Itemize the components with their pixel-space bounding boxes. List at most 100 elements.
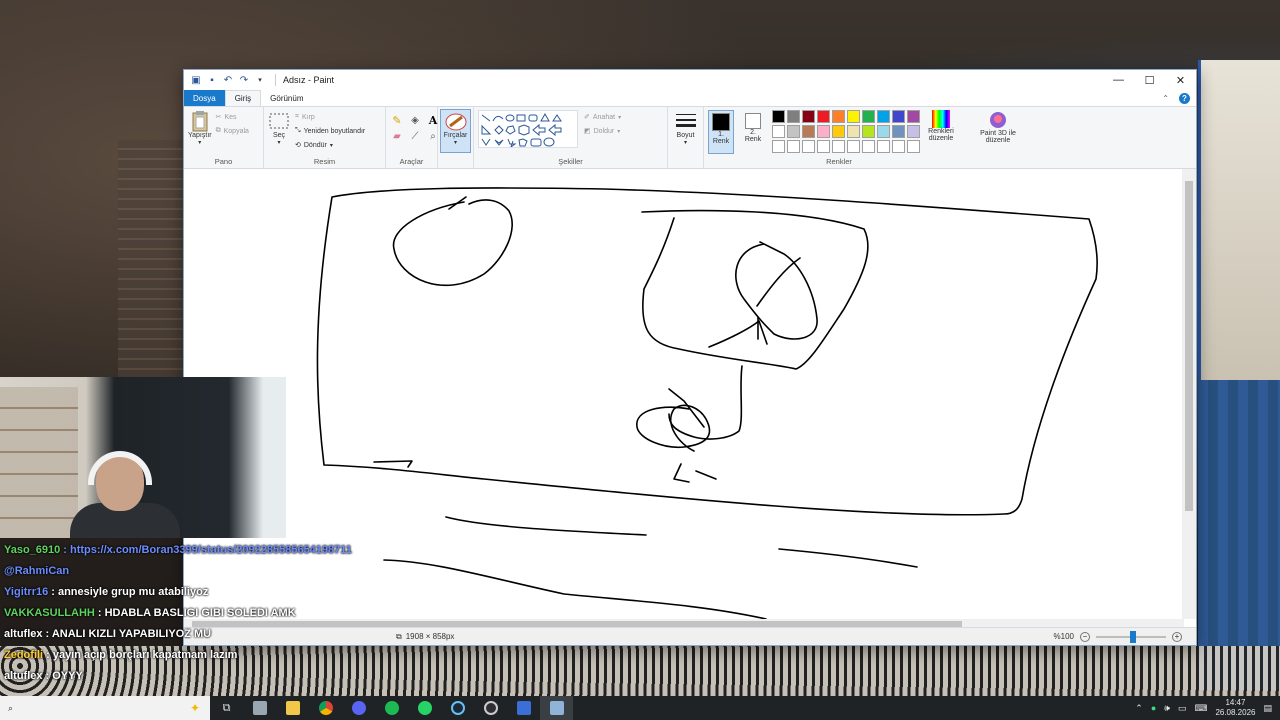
obs-icon[interactable]	[474, 696, 507, 720]
notifications-icon[interactable]: ▤	[1263, 703, 1272, 714]
language-icon[interactable]: ⌨	[1194, 703, 1207, 714]
color-picker-icon[interactable]: ⟋	[408, 131, 422, 142]
fill-icon[interactable]: ◈	[408, 114, 422, 127]
eraser-icon[interactable]: ▰	[390, 131, 404, 142]
line-size-icon	[675, 114, 696, 127]
network-icon[interactable]: ▭	[1178, 703, 1187, 714]
whatsapp-icon[interactable]	[408, 696, 441, 720]
redo-icon[interactable]: ↷	[238, 74, 250, 86]
color1-button[interactable]: 1. Renk	[708, 110, 734, 154]
clock[interactable]: 14:47 26.08.2026	[1215, 698, 1255, 718]
tab-view[interactable]: Görünüm	[261, 90, 312, 106]
zoom-slider-knob[interactable]	[1130, 630, 1136, 643]
chat-username[interactable]: VAKKASULLAHH	[4, 607, 95, 619]
resize-button[interactable]: ⤡ Yeniden boyutlandır	[295, 124, 365, 138]
paint3d-button[interactable]: Paint 3D ile düzenle	[978, 110, 1018, 144]
color-swatch[interactable]	[847, 110, 860, 123]
chat-username[interactable]: altuflex	[4, 670, 43, 682]
color-swatch[interactable]	[832, 110, 845, 123]
color-swatch[interactable]	[817, 140, 830, 153]
crop-button[interactable]: ⌗ Kırp	[295, 110, 365, 124]
color-swatch[interactable]	[877, 125, 890, 138]
tab-home[interactable]: Giriş	[224, 90, 262, 106]
file-manager-icon[interactable]	[243, 696, 276, 720]
discord-icon[interactable]	[342, 696, 375, 720]
zoom-slider[interactable]	[1096, 630, 1166, 643]
tab-file[interactable]: Dosya	[184, 90, 225, 106]
brushes-dropdown-icon: ▾	[453, 140, 457, 146]
chat-username[interactable]: Yaso_6910	[4, 544, 60, 556]
chat-username[interactable]: altuflex	[4, 628, 43, 640]
color-swatch[interactable]	[772, 125, 785, 138]
shapes-gallery[interactable]	[478, 110, 578, 148]
color-swatch[interactable]	[832, 125, 845, 138]
color-swatch[interactable]	[892, 125, 905, 138]
save-icon[interactable]: ▪	[206, 74, 218, 86]
task-view-icon[interactable]: ⧉	[210, 696, 243, 720]
brushes-button[interactable]: Fırçalar ▾	[440, 109, 471, 153]
copy-button[interactable]: ⧉ Kopyala	[216, 124, 249, 138]
color-swatch[interactable]	[907, 140, 920, 153]
chat-username[interactable]: Yigitrr16	[4, 586, 48, 598]
outline-button[interactable]: ✐ Anahat ▾	[584, 110, 621, 124]
colors-group: 1. Renk 2. Renk Renkleri düzenle Renkler	[704, 107, 974, 168]
color-swatch[interactable]	[847, 140, 860, 153]
taskbar-search[interactable]: ⌕ ✦	[0, 696, 210, 720]
select-button[interactable]: Seç ▾	[268, 110, 290, 152]
color-swatch[interactable]	[772, 140, 785, 153]
cut-button[interactable]: ✂ Kes	[216, 110, 249, 124]
color-swatch[interactable]	[862, 125, 875, 138]
tray-chevron-icon[interactable]: ⌃	[1135, 703, 1143, 714]
chat-username[interactable]: Zedofili	[4, 649, 43, 661]
paste-dropdown-icon[interactable]: ▾	[198, 139, 201, 146]
color-swatch[interactable]	[772, 110, 785, 123]
chrome-icon[interactable]	[309, 696, 342, 720]
steam-icon[interactable]	[441, 696, 474, 720]
quick-access-dropdown-icon[interactable]: ▾	[254, 74, 266, 86]
zoom-out-icon[interactable]: −	[1080, 631, 1090, 642]
color-swatch[interactable]	[877, 110, 890, 123]
chat-username[interactable]: @RahmiCan	[4, 565, 69, 577]
vertical-scroll-thumb[interactable]	[1185, 181, 1193, 511]
color-swatch[interactable]	[847, 125, 860, 138]
maximize-button[interactable]: ☐	[1134, 70, 1165, 90]
vertical-scrollbar[interactable]	[1182, 169, 1196, 619]
pencil-icon[interactable]: ✎	[390, 114, 404, 127]
select-dropdown-icon[interactable]: ▾	[277, 139, 280, 146]
color-swatch[interactable]	[862, 110, 875, 123]
undo-icon[interactable]: ↶	[222, 74, 234, 86]
color-swatch[interactable]	[817, 125, 830, 138]
folder-icon[interactable]	[276, 696, 309, 720]
color-swatch[interactable]	[907, 110, 920, 123]
color-swatch[interactable]	[907, 125, 920, 138]
copy-label: Kopyala	[223, 127, 249, 135]
color-swatch[interactable]	[802, 110, 815, 123]
tray-status-icon[interactable]: ●	[1151, 703, 1156, 713]
color-swatch[interactable]	[787, 125, 800, 138]
color-swatch[interactable]	[877, 140, 890, 153]
color-swatch[interactable]	[892, 110, 905, 123]
color-swatch[interactable]	[817, 110, 830, 123]
zoom-in-icon[interactable]: +	[1172, 631, 1182, 642]
spotify-icon[interactable]	[375, 696, 408, 720]
fill-shape-button[interactable]: ◩ Doldur ▾	[584, 124, 621, 138]
app-icon[interactable]	[507, 696, 540, 720]
rotate-icon: ⟲	[295, 142, 301, 149]
close-button[interactable]: ✕	[1165, 70, 1196, 90]
rotate-button[interactable]: ⟲ Döndür ▾	[295, 138, 365, 152]
minimize-button[interactable]: —	[1103, 70, 1134, 90]
paint-taskbar-icon[interactable]	[540, 696, 573, 720]
collapse-ribbon-icon[interactable]: ⌃	[1162, 94, 1169, 103]
color-swatch[interactable]	[802, 125, 815, 138]
help-icon[interactable]: ?	[1179, 92, 1190, 104]
color-swatch[interactable]	[892, 140, 905, 153]
color-swatch[interactable]	[802, 140, 815, 153]
color2-label: 2. Renk	[744, 129, 762, 143]
volume-icon[interactable]: 🕪	[1164, 703, 1170, 714]
color-swatch[interactable]	[787, 140, 800, 153]
size-button[interactable]: Boyut ▾	[672, 110, 699, 146]
paste-button[interactable]: Yapıştır ▾	[188, 110, 212, 146]
color-swatch[interactable]	[787, 110, 800, 123]
color-swatch[interactable]	[862, 140, 875, 153]
color-swatch[interactable]	[832, 140, 845, 153]
